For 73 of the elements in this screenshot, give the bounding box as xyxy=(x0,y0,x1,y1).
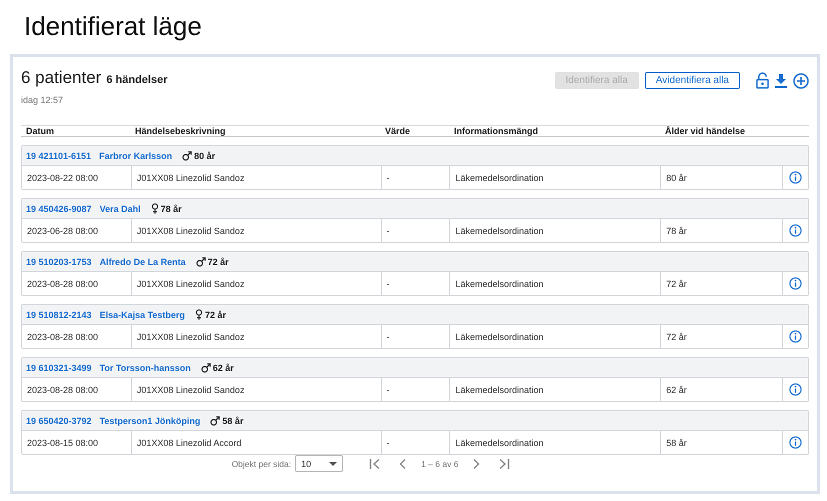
patient-age: 72 år xyxy=(208,256,229,266)
info-icon[interactable] xyxy=(789,277,802,290)
column-header: Värde xyxy=(384,126,412,136)
table-cell: 80 år xyxy=(660,166,782,189)
table-cell: Läkemedelsordination xyxy=(449,431,660,454)
table-cell-text: 2023-08-28 08:00 xyxy=(26,384,100,396)
patient-name-link[interactable]: Alfredo De La Renta xyxy=(100,256,186,266)
table-cell: 58 år xyxy=(660,431,782,454)
patient-name-link[interactable]: Tor Torsson-hansson xyxy=(100,362,191,372)
table-cell: J01XX08 Linezolid Sandoz xyxy=(130,272,381,295)
info-icon[interactable] xyxy=(789,171,802,184)
unlock-icon[interactable] xyxy=(756,72,769,89)
deidentify-all-button[interactable]: Avidentifiera alla xyxy=(644,72,740,89)
table-cell-text: 2023-08-28 08:00 xyxy=(26,278,100,290)
patient-age: 78 år xyxy=(160,204,182,214)
items-per-page-select[interactable]: 10 xyxy=(295,455,344,472)
info-icon[interactable] xyxy=(789,224,802,237)
items-per-page-label: Objekt per sida: xyxy=(232,458,292,468)
download-icon[interactable] xyxy=(775,74,787,88)
last-page-icon[interactable] xyxy=(498,458,510,470)
table-cell-text: 2023-08-28 08:00 xyxy=(26,330,100,344)
patient-age: 72 år xyxy=(204,310,226,320)
table-cell: J01XX08 Linezolid Accord xyxy=(130,431,381,454)
table-cell: - xyxy=(380,378,450,401)
table-cell: - xyxy=(380,431,450,454)
caret-icon xyxy=(329,462,338,466)
table-cell: Läkemedelsordination xyxy=(449,325,660,348)
patient-id-link[interactable]: 19 450426-9087 xyxy=(26,204,92,214)
patient-id-link[interactable]: 19 610321-3499 xyxy=(26,362,92,372)
column-header: Informationsmängd xyxy=(453,126,540,136)
patient-name-link[interactable]: Farbror Karlsson xyxy=(99,150,172,160)
patient-age: 62 år xyxy=(212,362,234,372)
table-cell: - xyxy=(380,219,450,242)
patient-count: 6 patienter xyxy=(21,68,102,88)
patient-age: 80 år xyxy=(194,150,216,160)
info-icon[interactable] xyxy=(789,436,802,449)
table-cell-text: 2023-06-28 08:00 xyxy=(26,224,100,238)
table-cell: J01XX08 Linezolid Sandoz xyxy=(130,219,381,242)
page-title: Identifierat läge xyxy=(24,10,203,42)
table-cell: J01XX08 Linezolid Sandoz xyxy=(130,166,381,189)
table-cell: Läkemedelsordination xyxy=(449,219,660,242)
patient-name-link[interactable]: Testperson1 Jönköping xyxy=(100,416,200,426)
table-cell: J01XX08 Linezolid Sandoz xyxy=(130,378,381,401)
column-header: Händelsebeskrivning xyxy=(134,126,227,136)
patient-id-link[interactable]: 19 510812-2143 xyxy=(26,310,92,320)
table-cell: - xyxy=(380,166,450,189)
table-cell: 62 år xyxy=(660,378,782,401)
table-cell: J01XX08 Linezolid Sandoz xyxy=(130,325,381,348)
info-icon[interactable] xyxy=(789,383,802,396)
event-count: 6 händelser xyxy=(106,74,168,86)
patient-name-link[interactable]: Vera Dahl xyxy=(100,204,141,214)
table-cell: Läkemedelsordination xyxy=(449,378,660,401)
add-icon[interactable] xyxy=(793,72,809,88)
table-cell: 72 år xyxy=(660,272,782,295)
column-header: Ålder vid händelse xyxy=(664,126,746,136)
patient-age: 58 år xyxy=(222,416,244,426)
table-cell: Läkemedelsordination xyxy=(449,272,660,295)
first-page-icon[interactable] xyxy=(369,458,382,470)
patient-name-link[interactable]: Elsa-Kajsa Testberg xyxy=(100,310,185,320)
table-cell: - xyxy=(380,325,450,348)
info-icon[interactable] xyxy=(789,330,802,343)
table-cell: Läkemedelsordination xyxy=(449,166,660,189)
table-cell: 78 år xyxy=(660,219,782,242)
table-cell: - xyxy=(380,272,450,295)
patient-id-link[interactable]: 19 650420-3792 xyxy=(26,416,92,426)
patient-id-link[interactable]: 19 510203-1753 xyxy=(26,256,92,266)
patient-id-link[interactable]: 19 421101-6151 xyxy=(26,150,92,160)
page-range: 1 – 6 av 6 xyxy=(421,458,458,468)
table-cell-text: 2023-08-15 08:00 xyxy=(26,436,100,450)
table-cell-text: 2023-08-22 08:00 xyxy=(26,172,100,184)
table-cell: 72 år xyxy=(660,325,782,348)
column-header: Datum xyxy=(25,126,56,136)
updated-time: idag 12:57 xyxy=(21,95,64,105)
